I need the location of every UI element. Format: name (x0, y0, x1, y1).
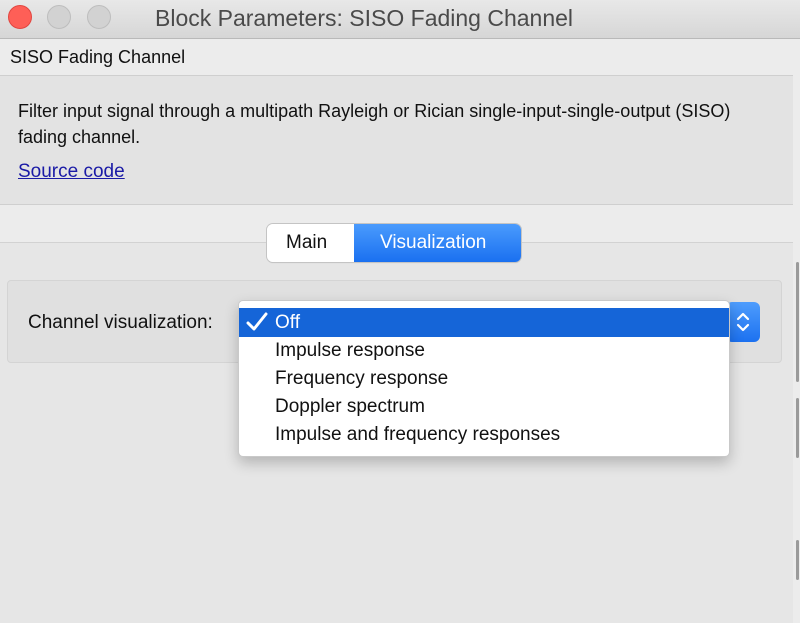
description-panel: Filter input signal through a multipath … (0, 75, 793, 205)
chevron-updown-icon[interactable] (726, 302, 760, 342)
option-doppler-spectrum[interactable]: Doppler spectrum (239, 393, 729, 421)
option-label: Impulse response (275, 340, 425, 361)
option-label: Off (275, 312, 300, 333)
option-impulse-and-frequency-responses[interactable]: Impulse and frequency responses (239, 421, 729, 449)
minimize-icon[interactable] (47, 5, 71, 29)
tab-main[interactable]: Main (267, 224, 354, 262)
option-impulse-response[interactable]: Impulse response (239, 337, 729, 365)
block-description: Filter input signal through a multipath … (18, 101, 731, 147)
source-code-link[interactable]: Source code (18, 161, 125, 183)
scrollbar[interactable] (796, 540, 799, 580)
option-frequency-response[interactable]: Frequency response (239, 365, 729, 393)
scrollbar[interactable] (796, 262, 799, 382)
window-title: Block Parameters: SISO Fading Channel (155, 5, 574, 31)
close-icon[interactable] (8, 5, 32, 29)
maximize-icon[interactable] (87, 5, 111, 29)
channel-visualization-dropdown[interactable]: Off Impulse response Frequency response … (238, 300, 730, 457)
tab-visualization[interactable]: Visualization (354, 224, 521, 262)
title-bar: Block Parameters: SISO Fading Channel (0, 0, 800, 39)
channel-visualization-label: Channel visualization: (28, 312, 213, 333)
scrollbar[interactable] (796, 398, 799, 458)
block-name: SISO Fading Channel (10, 47, 186, 67)
option-off[interactable]: Off (239, 308, 729, 337)
option-label: Impulse and frequency responses (275, 424, 561, 445)
option-label: Frequency response (275, 368, 449, 389)
tab-bar: Main Visualization (267, 224, 521, 262)
option-label: Doppler spectrum (275, 396, 425, 417)
